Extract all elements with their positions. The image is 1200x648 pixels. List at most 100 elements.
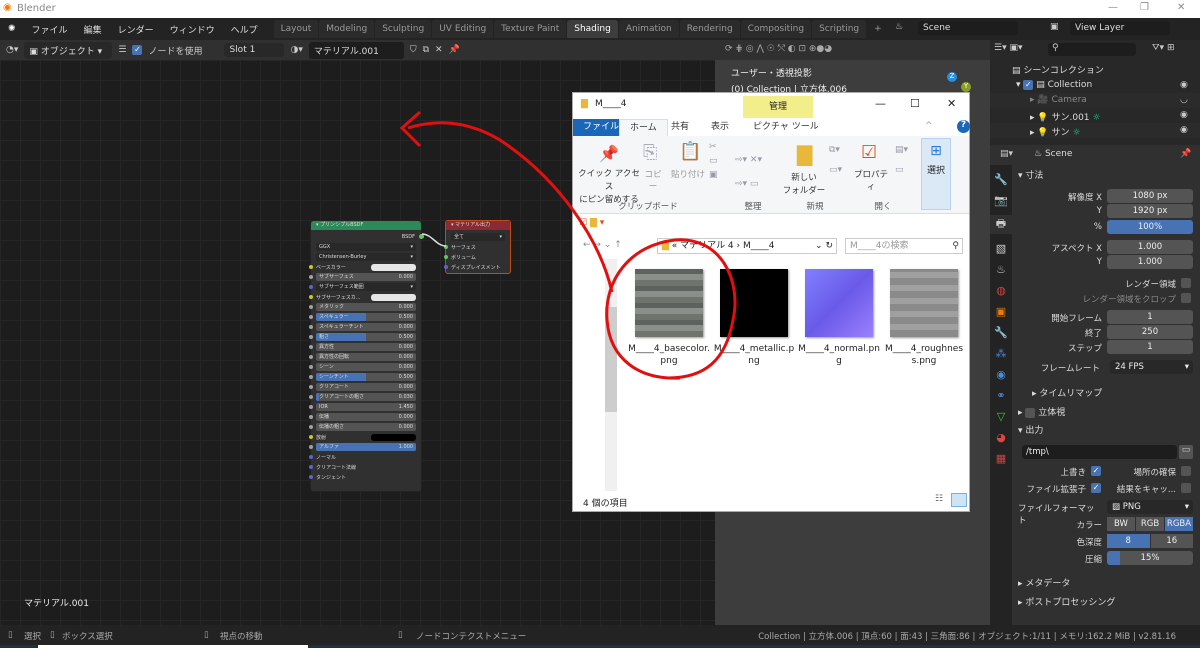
menu-render[interactable]: レンダー bbox=[110, 23, 162, 36]
fps-dropdown[interactable]: 24 FPS ▾ bbox=[1110, 360, 1193, 374]
time-remap-subpanel[interactable]: ▸ タイムリマップ bbox=[1032, 386, 1102, 399]
bsdf-output-socket[interactable] bbox=[419, 234, 424, 239]
color-mode-rgb[interactable]: RGB bbox=[1136, 517, 1164, 531]
input-socket[interactable] bbox=[309, 395, 313, 399]
cut-icons[interactable]: ✂ ▭ ▣ bbox=[709, 140, 718, 182]
outliner-item[interactable]: ▸ 💡 サン.001 ☼ ◉ bbox=[990, 108, 1200, 123]
bsdf-input-row[interactable]: メタリック 0.000 bbox=[309, 302, 416, 312]
dimensions-panel-header[interactable]: ▾ 寸法 bbox=[1018, 168, 1043, 181]
input-slider[interactable]: 伝播の粗さ 0.000 bbox=[316, 423, 416, 431]
file-thumbnail[interactable] bbox=[805, 269, 873, 337]
ribbon-tab-share[interactable]: 共有 bbox=[661, 119, 699, 136]
fake-user-icon[interactable]: ⛉ bbox=[410, 45, 417, 55]
bsdf-input-row[interactable]: クリアコートの粗さ 0.030 bbox=[309, 392, 416, 402]
editor-type-icon[interactable]: ◔▾ bbox=[6, 45, 18, 55]
file-name[interactable]: M____4_metallic.png bbox=[713, 343, 795, 367]
unlink-icon[interactable]: ✕ bbox=[435, 45, 443, 55]
menu-help[interactable]: ヘルプ bbox=[223, 23, 266, 36]
stereoscopy-panel-header[interactable]: ▸ 立体視 bbox=[1018, 405, 1065, 418]
pin-icon[interactable]: 📌 bbox=[599, 144, 619, 163]
input-slider[interactable]: サブサーフェス 0.000 bbox=[316, 273, 416, 281]
modifier-tab-icon[interactable]: 🔧 bbox=[994, 326, 1008, 339]
tab-shading[interactable]: Shading bbox=[567, 20, 618, 38]
nav-scrollbar[interactable] bbox=[605, 259, 617, 491]
properties-type-icon[interactable]: ▤▾ bbox=[1000, 149, 1013, 159]
search-input[interactable]: M____4の検索 ⚲ bbox=[845, 238, 963, 254]
bsdf-input-row[interactable]: 異方性の回転 0.000 bbox=[309, 352, 416, 362]
menu-icon[interactable]: ☰ bbox=[118, 45, 126, 55]
input-socket[interactable] bbox=[309, 425, 313, 429]
select-button[interactable]: ⊞ 選択 bbox=[921, 138, 951, 210]
color-mode-rgba[interactable]: RGBA bbox=[1165, 517, 1193, 531]
properties-button[interactable]: プロパティ bbox=[851, 168, 891, 192]
bsdf-input-row[interactable]: 伝播 0.000 bbox=[309, 412, 416, 422]
input-socket[interactable] bbox=[309, 455, 313, 459]
data-tab-icon[interactable]: ▽ bbox=[997, 410, 1005, 423]
input-slider[interactable]: IOR 1.450 bbox=[316, 403, 416, 411]
filter-icon[interactable]: ⛛▾ ⊞ bbox=[1152, 43, 1174, 53]
cache-result-checkbox[interactable] bbox=[1181, 483, 1191, 493]
input-socket[interactable] bbox=[309, 315, 313, 319]
maximize-button[interactable]: ❐ bbox=[1140, 2, 1149, 13]
bsdf-input-row[interactable]: シーン 0.000 bbox=[309, 362, 416, 372]
quick-access-toolbar[interactable]: ☑ ▇ ▾ bbox=[579, 218, 604, 228]
subsurface-method-dropdown[interactable]: Christensen-Burley ▾ bbox=[316, 253, 416, 261]
tab-rendering[interactable]: Rendering bbox=[679, 20, 740, 38]
bsdf-input-row[interactable]: スペキュラーチント 0.000 bbox=[309, 322, 416, 332]
tab-sculpting[interactable]: Sculpting bbox=[375, 20, 432, 38]
view-layer-tab-icon[interactable]: ▧ bbox=[996, 242, 1006, 255]
input-slider[interactable]: 伝播 0.000 bbox=[316, 413, 416, 421]
input-socket[interactable] bbox=[309, 265, 313, 269]
open-icons[interactable]: ▤▾ ▭ bbox=[895, 140, 908, 180]
crop-checkbox[interactable] bbox=[1181, 293, 1191, 303]
input-slider[interactable]: クリアコートの粗さ 0.030 bbox=[316, 393, 416, 401]
tab-compositing[interactable]: Compositing bbox=[740, 20, 812, 38]
paste-icon[interactable]: 📋 bbox=[679, 141, 701, 162]
folder-browse-icon[interactable]: ▭ bbox=[1179, 445, 1193, 459]
close-button[interactable]: ✕ bbox=[1177, 2, 1185, 13]
input-socket[interactable] bbox=[309, 375, 313, 379]
large-icons-view-button[interactable] bbox=[951, 493, 967, 507]
render-region-checkbox[interactable] bbox=[1181, 278, 1191, 288]
constraints-tab-icon[interactable]: ⚭ bbox=[996, 389, 1005, 402]
res-x-field[interactable]: 1080 px bbox=[1107, 189, 1193, 203]
pin-icon[interactable]: 📌 bbox=[449, 45, 460, 55]
render-tab-icon[interactable]: 📷 bbox=[994, 194, 1008, 207]
visibility-eye-icon[interactable]: ◉ bbox=[1180, 80, 1188, 90]
compression-slider[interactable]: 15% bbox=[1107, 551, 1193, 565]
bsdf-input-row[interactable]: IOR 1.450 bbox=[309, 402, 416, 412]
scene-tab-icon[interactable]: ♨ bbox=[996, 263, 1006, 276]
input-slider[interactable]: メタリック 0.000 bbox=[316, 303, 416, 311]
pin-icon[interactable]: 📌 bbox=[1180, 149, 1191, 159]
outliner-search-input[interactable]: ⚲ bbox=[1048, 43, 1136, 56]
bsdf-input-row[interactable]: ノーマル bbox=[309, 452, 416, 462]
input-socket[interactable] bbox=[309, 385, 313, 389]
res-y-field[interactable]: 1920 px bbox=[1107, 204, 1193, 218]
node-title[interactable]: ▾ マテリアル出力 bbox=[446, 221, 510, 230]
bsdf-input-row[interactable]: 伝播の粗さ 0.000 bbox=[309, 422, 416, 432]
color-depth-8[interactable]: 8 bbox=[1107, 534, 1150, 548]
material-name-field[interactable]: マテリアル.001 bbox=[308, 41, 404, 59]
file-extension-checkbox[interactable]: ✓ bbox=[1091, 483, 1101, 493]
node-title[interactable]: ▾ プリンシプルBSDF bbox=[311, 221, 421, 230]
output-path-input[interactable]: /tmp\ bbox=[1022, 445, 1177, 459]
details-view-button[interactable]: ☷ bbox=[935, 494, 943, 504]
texture-tab-icon[interactable]: ▦ bbox=[996, 452, 1006, 465]
distribution-dropdown[interactable]: GGX ▾ bbox=[316, 243, 416, 251]
bsdf-input-row[interactable]: 放射 bbox=[309, 432, 416, 442]
object-mode-dropdown[interactable]: ▣ オブジェクト ▾ bbox=[24, 41, 113, 59]
menu-window[interactable]: ウィンドウ bbox=[162, 23, 223, 36]
output-panel-header[interactable]: ▾ 出力 bbox=[1018, 423, 1043, 436]
bsdf-input-row[interactable]: 異方性 0.000 bbox=[309, 342, 416, 352]
bsdf-input-row[interactable]: アルファ 1.000 bbox=[309, 442, 416, 452]
slot-dropdown[interactable]: Slot 1 bbox=[224, 43, 285, 57]
blender-menu-icon[interactable]: ✺ bbox=[0, 24, 24, 34]
navigation-pane[interactable] bbox=[573, 259, 617, 491]
output-tab-icon[interactable]: 🖶 bbox=[990, 215, 1012, 234]
principled-bsdf-node[interactable]: ▾ プリンシプルBSDF BSDF GGX ▾ Christensen-Burle… bbox=[309, 220, 424, 492]
particles-tab-icon[interactable]: ⁂ bbox=[996, 347, 1007, 360]
copy-icon[interactable]: ⎘ bbox=[643, 142, 657, 163]
input-socket[interactable] bbox=[309, 445, 313, 449]
input-socket[interactable] bbox=[309, 335, 313, 339]
minimize-button[interactable]: — bbox=[1108, 2, 1118, 13]
